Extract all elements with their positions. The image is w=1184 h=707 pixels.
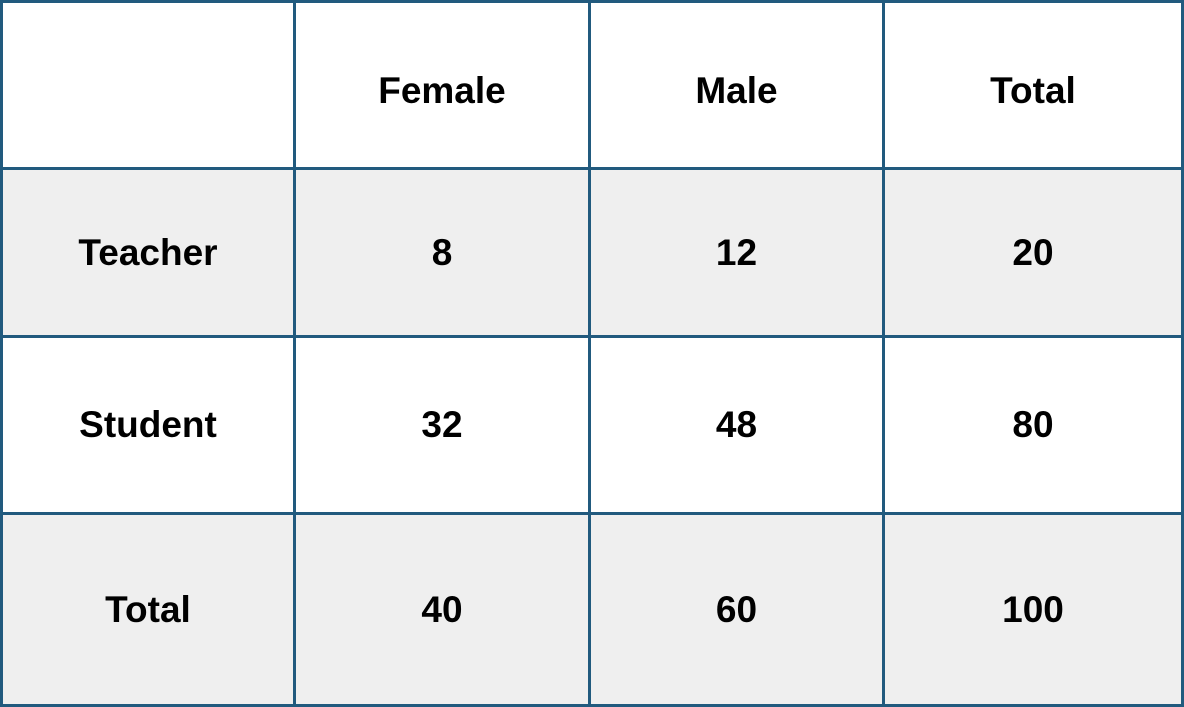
column-header-label: Total (990, 70, 1076, 111)
table-cell: 100 (885, 515, 1184, 707)
cell-value: 48 (715, 404, 758, 445)
table-corner-cell (0, 0, 296, 170)
row-header-teacher: Teacher (0, 170, 296, 338)
table-cell: 80 (885, 338, 1184, 515)
cell-value: 80 (1012, 404, 1054, 445)
cell-value: 20 (1012, 231, 1054, 273)
column-header-male: Male (591, 0, 885, 170)
column-header-label: Male (695, 70, 778, 111)
table-cell: 8 (296, 170, 591, 338)
cell-value: 12 (715, 231, 758, 273)
row-header-student: Student (0, 338, 296, 515)
cell-value: 40 (421, 588, 463, 630)
table-cell: 60 (591, 515, 885, 707)
row-header-label: Total (105, 588, 191, 630)
table-cell: 20 (885, 170, 1184, 338)
row-header-label: Student (79, 404, 217, 445)
table-cell: 12 (591, 170, 885, 338)
table-cell: 32 (296, 338, 591, 515)
table-cell: 40 (296, 515, 591, 707)
cell-value: 32 (421, 404, 463, 445)
column-header-label: Female (378, 70, 506, 111)
table-cell: 48 (591, 338, 885, 515)
row-header-label: Teacher (78, 231, 218, 273)
cell-value: 60 (715, 588, 758, 630)
cell-value: 100 (1002, 588, 1064, 630)
cell-value: 8 (431, 231, 453, 273)
contingency-table: Female Male Total Teacher 8 12 20 Studen… (0, 0, 1184, 707)
column-header-total: Total (885, 0, 1184, 170)
row-header-total: Total (0, 515, 296, 707)
column-header-female: Female (296, 0, 591, 170)
